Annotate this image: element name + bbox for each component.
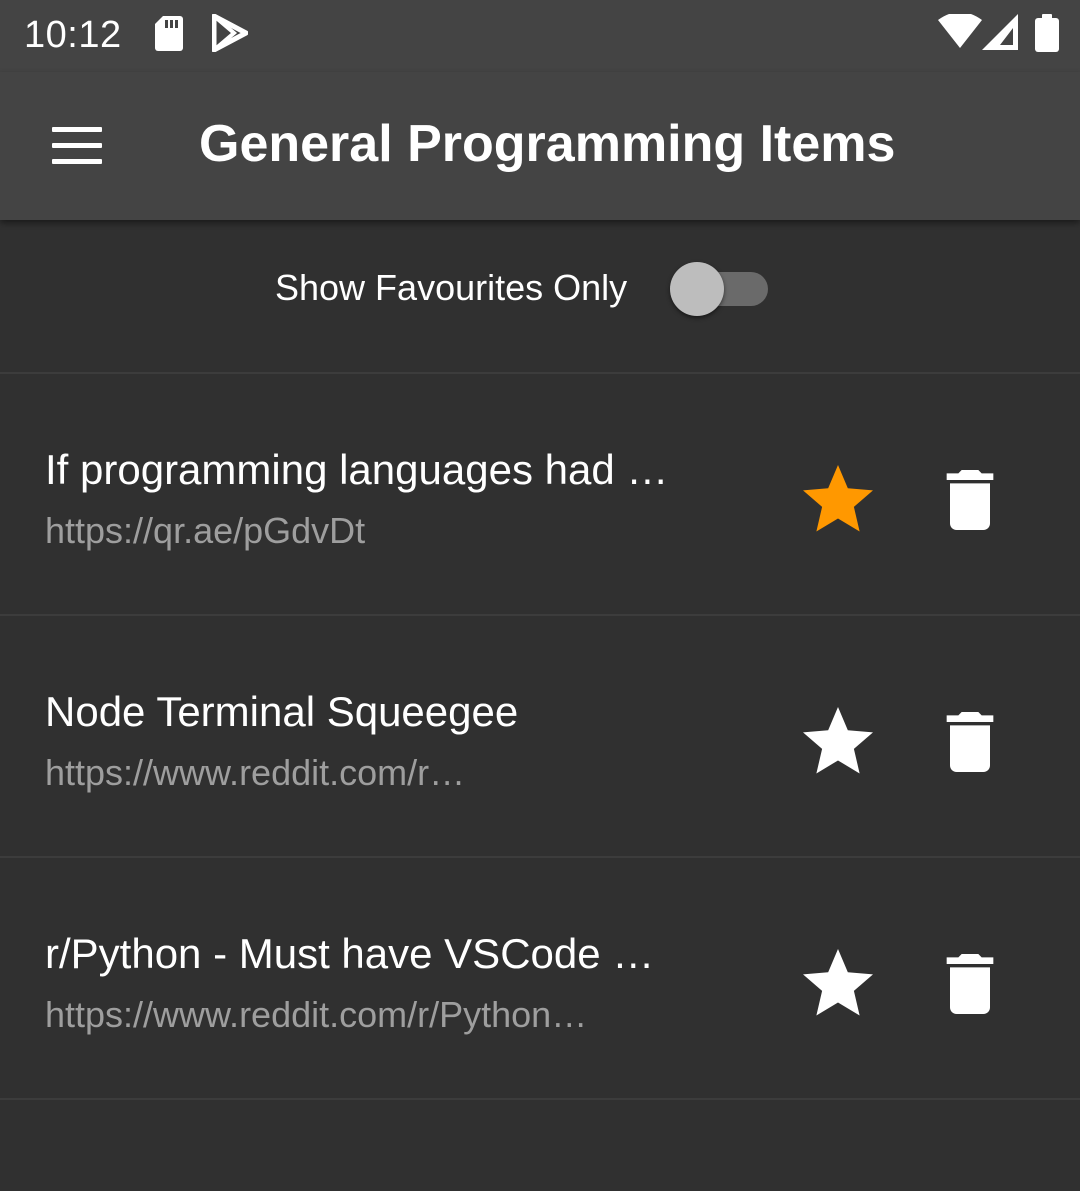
favourite-button[interactable]	[796, 700, 880, 784]
screen: 10:12 General Programming Items Show Fav…	[0, 0, 1080, 1191]
item-url: https://www.reddit.com/r/Python…	[45, 994, 588, 1035]
item-title: If programming languages had …	[45, 446, 669, 493]
delete-button[interactable]	[930, 700, 1010, 784]
favourites-filter-row: Show Favourites Only	[0, 220, 1080, 374]
play-store-icon	[211, 13, 249, 57]
delete-button[interactable]	[930, 942, 1010, 1026]
list-item[interactable]: If programming languages had … https://q…	[0, 374, 1080, 616]
page-title: General Programming Items	[199, 115, 896, 173]
wifi-icon	[938, 12, 982, 55]
trash-icon	[946, 954, 994, 1014]
item-url: https://www.reddit.com/r…	[45, 752, 466, 793]
star-icon	[803, 707, 873, 774]
favourite-button[interactable]	[796, 942, 880, 1026]
status-bar: 10:12	[0, 0, 1080, 72]
cellular-signal-icon	[982, 14, 1018, 55]
item-title: Node Terminal Squeegee	[45, 688, 519, 735]
trash-icon	[946, 712, 994, 772]
star-icon	[803, 949, 873, 1016]
favourites-filter-label: Show Favourites Only	[275, 267, 628, 308]
delete-button[interactable]	[930, 458, 1010, 542]
app-bar: General Programming Items	[0, 72, 1080, 220]
battery-icon	[1034, 14, 1060, 57]
sd-card-icon	[154, 14, 184, 57]
toggle-thumb	[670, 262, 724, 316]
star-icon	[803, 465, 873, 532]
trash-icon	[946, 470, 994, 530]
status-time: 10:12	[24, 14, 122, 56]
favourites-only-toggle[interactable]	[668, 258, 774, 316]
favourite-button[interactable]	[796, 458, 880, 542]
item-title: r/Python - Must have VSCode …	[45, 930, 655, 977]
item-url: https://qr.ae/pGdvDt	[45, 510, 366, 551]
list-item[interactable]: r/Python - Must have VSCode … https://ww…	[0, 858, 1080, 1100]
menu-button[interactable]	[38, 110, 118, 182]
list-item[interactable]: Node Terminal Squeegee https://www.reddi…	[0, 616, 1080, 858]
